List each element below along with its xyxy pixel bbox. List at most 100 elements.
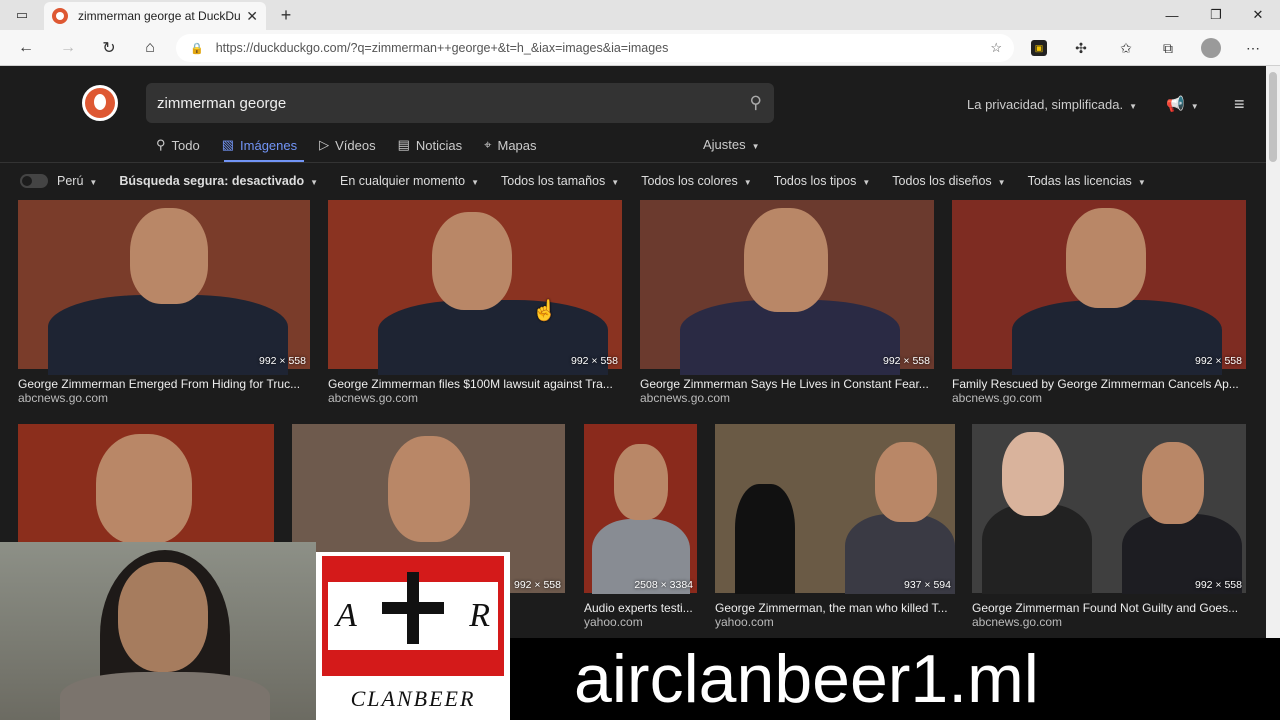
tab-todo[interactable]: ⚲ Todo — [156, 136, 200, 154]
iron-cross-icon — [382, 572, 444, 644]
region-toggle[interactable] — [20, 174, 48, 188]
filter-type[interactable]: Todos los tipos ▼ — [774, 174, 871, 188]
back-icon[interactable]: ← — [12, 36, 40, 60]
tab-imagenes[interactable]: ▧ Imágenes — [222, 136, 297, 154]
tab-label: Vídeos — [335, 137, 376, 153]
result-source[interactable]: yahoo.com — [715, 615, 774, 629]
filter-time[interactable]: En cualquier momento ▼ — [340, 174, 479, 188]
image-dimensions: 992 × 558 — [570, 355, 618, 367]
result-thumbnail[interactable] — [972, 424, 1246, 594]
filter-label: Todos los diseños — [892, 174, 992, 188]
favorites-icon[interactable]: ✩ — [1114, 37, 1138, 59]
restore-icon[interactable]: ❐ — [1194, 0, 1238, 30]
result-thumbnail[interactable] — [952, 200, 1246, 375]
image-result[interactable]: 992 × 558 Family Rescued by George Zimme… — [952, 200, 1246, 408]
result-thumbnail[interactable] — [18, 200, 310, 375]
result-source[interactable]: abcnews.go.com — [972, 615, 1062, 629]
image-result[interactable]: 992 × 558 George Zimmerman files $100M l… — [328, 200, 622, 408]
result-caption[interactable]: George Zimmerman Found Not Guilty and Go… — [972, 601, 1246, 615]
filter-label: Todas las licencias — [1027, 174, 1132, 188]
filter-label: En cualquier momento — [340, 174, 466, 188]
result-source[interactable]: abcnews.go.com — [640, 391, 730, 405]
more-menu-icon[interactable]: ⋯ — [1241, 37, 1265, 59]
tab-actions-icon[interactable]: ▭ — [8, 4, 36, 26]
image-dimensions: 992 × 558 — [258, 355, 306, 367]
page-scrollbar[interactable] — [1266, 66, 1280, 720]
settings-dropdown[interactable]: Ajustes ▼ — [703, 137, 760, 152]
filter-bar: Perú ▼ Búsqueda segura: desactivado ▼ En c… — [20, 173, 1168, 189]
filter-label: Todos los tamaños — [501, 174, 606, 188]
result-source[interactable]: abcnews.go.com — [952, 391, 1042, 405]
image-result[interactable]: 2508 × 3384 Audio experts testi... yahoo… — [584, 424, 697, 632]
tab-label: Noticias — [415, 137, 463, 153]
result-caption[interactable]: George Zimmerman Says He Lives in Consta… — [640, 377, 934, 391]
image-dimensions: 992 × 558 — [1194, 355, 1242, 367]
logo-letter-right: R — [469, 597, 490, 634]
result-thumbnail[interactable] — [640, 200, 934, 375]
filter-safe-search[interactable]: Búsqueda segura: desactivado ▼ — [119, 174, 318, 188]
filter-label: Búsqueda segura: desactivado — [119, 174, 305, 188]
filter-layout[interactable]: Todos los diseños ▼ — [892, 174, 1005, 188]
result-caption[interactable]: Family Rescued by George Zimmerman Cance… — [952, 377, 1246, 391]
tab-title: zimmerman george at DuckDuc — [78, 9, 241, 23]
filter-color[interactable]: Todos los colores ▼ — [641, 174, 752, 188]
tab-label: Mapas — [497, 137, 537, 153]
result-caption[interactable]: George Zimmerman Emerged From Hiding for… — [18, 377, 310, 391]
privacy-menu[interactable]: La privacidad, simplificada. ▼ — [967, 97, 1137, 112]
filter-license[interactable]: Todas las licencias ▼ — [1028, 174, 1146, 188]
tab-label: Todo — [171, 137, 200, 153]
divider — [0, 162, 1266, 163]
tab-label: Imágenes — [240, 137, 298, 153]
forward-icon[interactable]: → — [54, 36, 82, 60]
profile-avatar[interactable] — [1199, 37, 1223, 59]
result-caption[interactable]: Audio experts testi... — [584, 601, 697, 615]
image-result[interactable]: 992 × 558 George Zimmerman Emerged From … — [18, 200, 310, 408]
image-result[interactable]: 992 × 558 George Zimmerman Found Not Gui… — [972, 424, 1246, 632]
settings-label: Ajustes — [703, 137, 746, 152]
refresh-icon[interactable]: ↻ — [95, 36, 123, 60]
result-source[interactable]: abcnews.go.com — [18, 391, 108, 405]
hamburger-menu-icon[interactable]: ≡ — [1234, 94, 1245, 115]
browser-tabbar: ▭ zimmerman george at DuckDuc ✕ + — ❐ ✕ — [0, 0, 1280, 30]
megaphone-icon[interactable]: 📢 ▼ — [1166, 95, 1199, 113]
tab-noticias[interactable]: ▤ Noticias — [398, 136, 463, 154]
image-dimensions: 992 × 558 — [1194, 579, 1242, 591]
add-favorite-icon[interactable]: ☆ — [990, 40, 1002, 56]
extension-icon[interactable]: ▣ — [1027, 37, 1051, 59]
image-result[interactable]: 992 × 558 George Zimmerman Says He Lives… — [640, 200, 934, 408]
address-bar[interactable]: 🔒 https://duckduckgo.com/?q=zimmerman++g… — [176, 34, 1014, 62]
search-icon: ⚲ — [156, 137, 166, 152]
search-icon[interactable]: ⚲ — [750, 93, 762, 113]
duckduckgo-favicon-icon — [52, 8, 68, 24]
close-tab-icon[interactable]: ✕ — [246, 8, 258, 25]
filter-size[interactable]: Todos los tamaños ▼ — [501, 174, 619, 188]
scrollbar-thumb[interactable] — [1269, 72, 1277, 162]
collections-icon[interactable]: ⧉ — [1156, 37, 1180, 59]
search-input[interactable] — [157, 94, 717, 112]
duckduckgo-logo-icon[interactable] — [82, 85, 118, 121]
result-source[interactable]: yahoo.com — [584, 615, 643, 629]
close-window-icon[interactable]: ✕ — [1236, 0, 1280, 30]
image-dimensions: 2508 × 3384 — [634, 579, 693, 591]
tab-videos[interactable]: ▷ Vídeos — [319, 136, 375, 154]
result-caption[interactable]: George Zimmerman files $100M lawsuit aga… — [328, 377, 622, 391]
result-source[interactable]: abcnews.go.com — [328, 391, 418, 405]
filter-region[interactable]: Perú ▼ — [57, 174, 97, 188]
new-tab-icon[interactable]: + — [274, 4, 298, 26]
home-icon[interactable]: ⌂ — [136, 36, 164, 60]
minimize-icon[interactable]: — — [1150, 0, 1194, 30]
browser-tab[interactable]: zimmerman george at DuckDuc ✕ — [44, 2, 266, 30]
image-dimensions: 937 × 594 — [903, 579, 951, 591]
result-thumbnail[interactable] — [328, 200, 622, 375]
extensions-puzzle-icon[interactable]: ✣ — [1069, 37, 1093, 59]
logo-letter-left: A — [336, 597, 357, 634]
result-caption[interactable]: George Zimmerman, the man who killed T..… — [715, 601, 955, 615]
result-thumbnail[interactable] — [584, 424, 697, 594]
image-result[interactable]: 937 × 594 George Zimmerman, the man who … — [715, 424, 955, 632]
image-dimensions: 992 × 558 — [513, 579, 561, 591]
result-thumbnail[interactable] — [715, 424, 955, 594]
logo-text: CLANBEER — [350, 686, 476, 711]
filter-label: Perú — [57, 174, 84, 188]
tab-mapas[interactable]: ⌖ Mapas — [484, 136, 536, 154]
search-box[interactable]: ⚲ — [146, 83, 774, 123]
